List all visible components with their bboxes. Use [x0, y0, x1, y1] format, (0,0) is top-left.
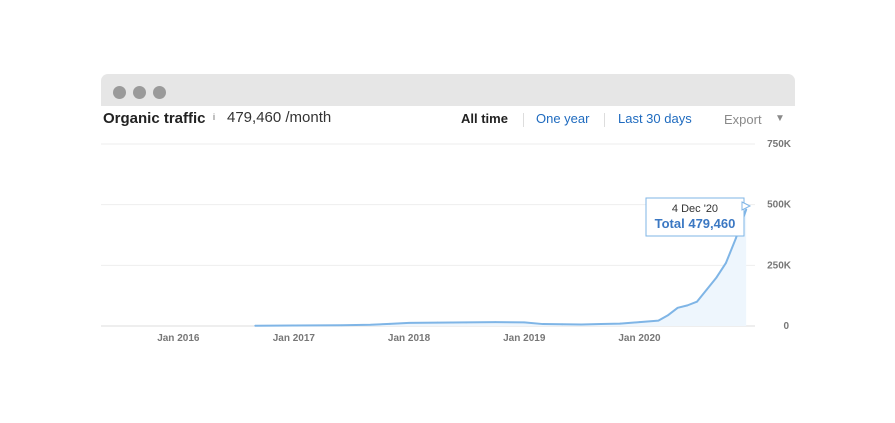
x-tick-label: Jan 2018 [388, 333, 431, 344]
info-icon[interactable]: i [213, 112, 215, 122]
traffic-point [619, 322, 622, 325]
metric-value: 479,460 /month [227, 109, 332, 126]
x-tick-label: Jan 2020 [618, 333, 661, 344]
traffic-point [369, 323, 372, 326]
y-tick-label: 250K [767, 260, 792, 271]
window-dot-icon [113, 86, 126, 99]
traffic-point [638, 321, 641, 324]
y-tick-label: 750K [767, 139, 792, 150]
traffic-point [292, 324, 295, 327]
traffic-point [725, 262, 727, 264]
traffic-point [600, 323, 602, 325]
traffic-point [705, 288, 708, 291]
traffic-point [676, 306, 679, 309]
x-tick-label: Jan 2017 [273, 333, 316, 344]
y-tick-label: 0 [783, 321, 789, 332]
traffic-point [696, 300, 698, 303]
window-dot-icon [133, 86, 146, 99]
x-tick-label: Jan 2016 [157, 333, 200, 344]
traffic-point [541, 323, 544, 325]
tab-divider [604, 113, 605, 127]
traffic-header: Organic traffic i 479,460 /month All tim… [101, 106, 795, 136]
traffic-point [254, 324, 257, 327]
traffic-point [408, 321, 410, 324]
tab-one-year[interactable]: One year [536, 111, 589, 126]
tooltip-date: 4 Dec '20 [672, 203, 718, 215]
traffic-point [745, 208, 748, 211]
organic-traffic-chart: 0 250K 500K 750K Jan 2016 Jan 2017 Jan 2018 Jan… [101, 139, 792, 344]
traffic-point [667, 314, 670, 316]
tab-all-time[interactable]: All time [461, 111, 508, 126]
y-tick-label: 500K [767, 200, 792, 211]
x-tick-label: Jan 2019 [503, 333, 546, 344]
window-dot-icon [153, 86, 166, 99]
traffic-point [561, 323, 564, 326]
traffic-point [436, 321, 439, 324]
traffic-point [388, 322, 391, 325]
metric-title: Organic traffic [103, 110, 206, 127]
traffic-point [734, 237, 737, 240]
traffic-point [340, 324, 343, 327]
traffic-point [657, 319, 660, 322]
window-titlebar [101, 74, 795, 106]
traffic-point [715, 276, 718, 279]
traffic-point [686, 304, 689, 307]
tooltip-total: Total 479,460 [655, 216, 736, 231]
traffic-point [580, 323, 583, 326]
export-button[interactable]: Export [724, 112, 762, 127]
traffic-point [523, 321, 526, 324]
chevron-down-icon[interactable]: ▼ [775, 113, 785, 124]
traffic-point [494, 321, 497, 324]
tab-last-30-days[interactable]: Last 30 days [618, 111, 692, 126]
traffic-point [465, 321, 468, 324]
tab-divider [523, 113, 524, 127]
